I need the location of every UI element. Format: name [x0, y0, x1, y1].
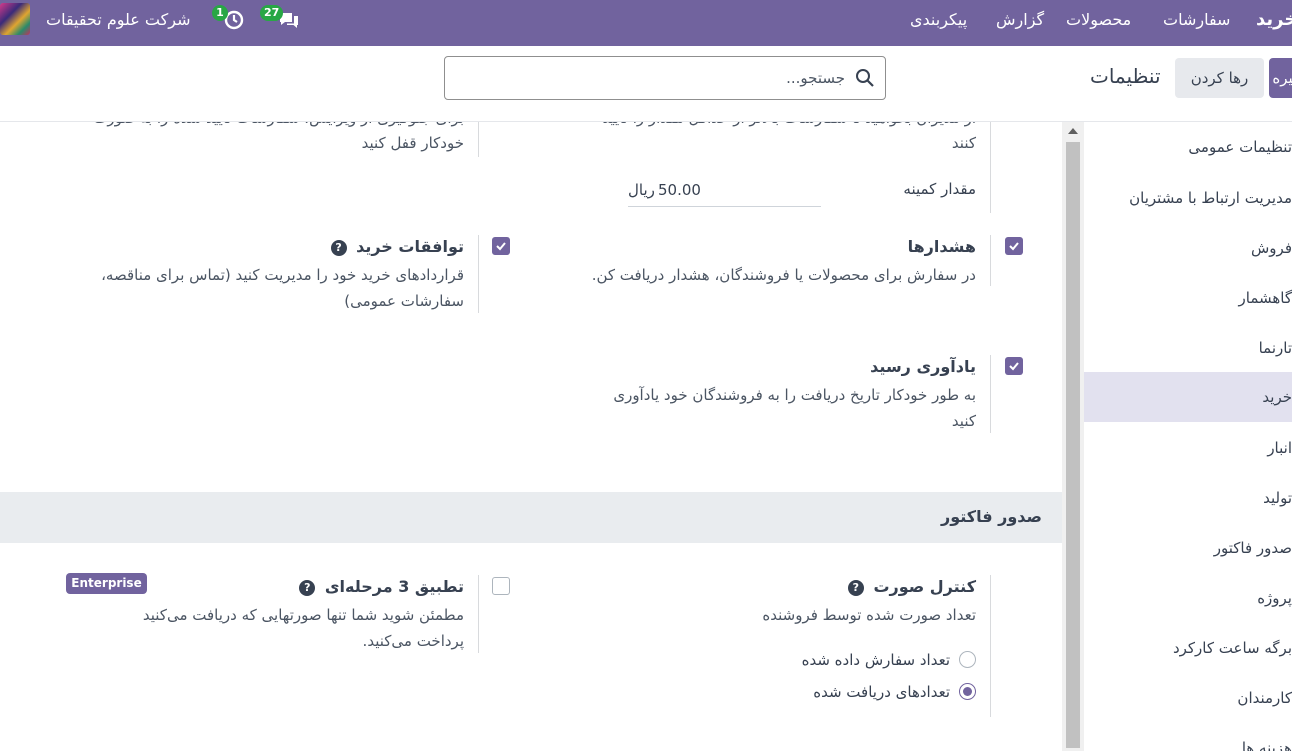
ordered-quantities-radio[interactable] — [959, 651, 976, 668]
help-icon[interactable]: ? — [330, 239, 347, 256]
agreements-checkbox[interactable] — [492, 237, 510, 255]
min-amount-label: مقدار کمینه — [903, 180, 976, 198]
scroll-up-arrow-icon[interactable] — [1068, 128, 1078, 134]
three-way-matching-title-text: تطبیق 3 مرحله‌ای — [324, 577, 464, 596]
sidebar-item-expenses[interactable]: هزینه ها — [1084, 723, 1292, 751]
sidebar-item-website[interactable]: تارنما — [1084, 323, 1292, 373]
bill-control-title-text: کنترل صورت — [873, 577, 976, 596]
user-avatar[interactable] — [0, 3, 30, 35]
menu-products[interactable]: محصولات — [1066, 0, 1131, 40]
ordered-quantities-label[interactable]: تعداد سفارش داده شده — [802, 647, 950, 673]
sidebar-item-calendar[interactable]: گاهشمار — [1084, 273, 1292, 323]
invoicing-section-title: صدور فاکتور — [941, 507, 1042, 526]
warnings-checkbox[interactable] — [1005, 237, 1023, 255]
divider — [990, 122, 991, 213]
warnings-title: هشدارها — [907, 237, 976, 256]
sidebar-item-purchase[interactable]: خرید — [1084, 372, 1292, 422]
receipt-reminder-desc-line2: کنید — [951, 412, 976, 430]
divider — [478, 235, 479, 313]
sidebar-item-inventory[interactable]: انبار — [1084, 423, 1292, 473]
settings-sidebar: تنظیمات عمومی مدیریت ارتباط با مشتریان ف… — [1084, 122, 1292, 751]
divider — [478, 575, 479, 653]
top-navbar: خرید سفارشات محصولات گزارش پیکربندی شرکت… — [0, 0, 1292, 46]
three-way-matching-checkbox[interactable] — [492, 577, 510, 595]
min-amount-value: 50.00 — [658, 181, 701, 199]
bill-control-desc: تعداد صورت شده توسط فروشنده — [762, 606, 976, 624]
activity-count-badge: 1 — [212, 5, 228, 21]
page-title: تنظیمات — [1090, 64, 1161, 88]
help-icon[interactable]: ? — [299, 579, 316, 596]
divider — [990, 575, 991, 717]
sidebar-item-employees[interactable]: کارمندان — [1084, 673, 1292, 723]
enterprise-badge: Enterprise — [66, 573, 147, 594]
sidebar-item-project[interactable]: پروژه — [1084, 573, 1292, 623]
sidebar-item-sales[interactable]: فروش — [1084, 223, 1292, 273]
agreements-title-text: توافقات خرید — [356, 237, 464, 256]
menu-reporting[interactable]: گزارش — [996, 0, 1044, 40]
help-icon[interactable]: ? — [847, 579, 864, 596]
sidebar-item-crm[interactable]: مدیریت ارتباط با مشتریان — [1084, 173, 1292, 223]
settings-content: برای جلوگیری از ویرایش، سفارشات تأیید شد… — [0, 122, 1062, 751]
app-name[interactable]: خرید — [1256, 0, 1292, 40]
search-input[interactable] — [455, 57, 845, 99]
messages-count-badge: 27 — [260, 5, 284, 21]
sidebar-item-manufacturing[interactable]: تولید — [1084, 473, 1292, 523]
menu-configuration[interactable]: پیکربندی — [910, 0, 967, 40]
discard-button[interactable]: رها کردن — [1175, 58, 1264, 98]
sidebar-item-invoicing[interactable]: صدور فاکتور — [1084, 523, 1292, 573]
search-icon[interactable] — [855, 68, 875, 88]
three-way-matching-desc-line1: مطمئن شوید شما تنها صورتهایی که دریافت م… — [142, 606, 464, 624]
agreements-desc-line1: قراردادهای خرید خود را مدیریت کنید (تماس… — [101, 266, 464, 284]
min-amount-input[interactable]: 50.00 ریال — [628, 179, 821, 207]
divider — [478, 122, 479, 157]
agreements-desc-line2: سفارشات عمومی) — [344, 292, 464, 310]
agreements-title: توافقات خرید ? — [330, 237, 464, 256]
receipt-reminder-desc-line1: به طور خودکار تاریخ دریافت را به فروشندگ… — [613, 386, 976, 404]
sidebar-item-timesheets[interactable]: برگه ساعت کارکرد — [1084, 623, 1292, 673]
lock-orders-desc-line2: خودکار قفل کنید — [361, 134, 464, 152]
warnings-desc: در سفارش برای محصولات یا فروشندگان، هشدا… — [591, 266, 976, 284]
receipt-reminder-checkbox[interactable] — [1005, 357, 1023, 375]
received-quantities-radio[interactable] — [959, 683, 976, 700]
scroll-thumb[interactable] — [1066, 142, 1080, 748]
divider — [990, 355, 991, 433]
company-name[interactable]: شرکت علوم تحقیقات — [46, 0, 190, 40]
approval-desc-line1: از مدیران بخواهید تا سفارشات بالاتر از ح… — [603, 122, 976, 131]
content-scrollbar[interactable] — [1062, 122, 1084, 751]
search-box[interactable] — [444, 56, 886, 100]
bill-control-title: کنترل صورت ? — [847, 577, 976, 596]
min-amount-currency: ریال — [628, 181, 655, 199]
control-panel: تنظیمات رها کردن ذخیره — [0, 46, 1292, 122]
three-way-matching-desc-line2: پرداخت می‌کنید. — [362, 632, 464, 650]
menu-orders[interactable]: سفارشات — [1163, 0, 1230, 40]
three-way-matching-title: تطبیق 3 مرحله‌ای ? — [299, 577, 464, 596]
approval-desc-line2: کنند — [951, 134, 976, 152]
sidebar-item-general-settings[interactable]: تنظیمات عمومی — [1084, 122, 1292, 172]
received-quantities-label[interactable]: تعدادهای دریافت شده — [813, 679, 950, 705]
receipt-reminder-title: یادآوری رسید — [870, 357, 976, 376]
save-button[interactable]: ذخیره — [1269, 58, 1292, 98]
divider — [990, 235, 991, 286]
invoicing-section-header: صدور فاکتور — [0, 492, 1062, 543]
